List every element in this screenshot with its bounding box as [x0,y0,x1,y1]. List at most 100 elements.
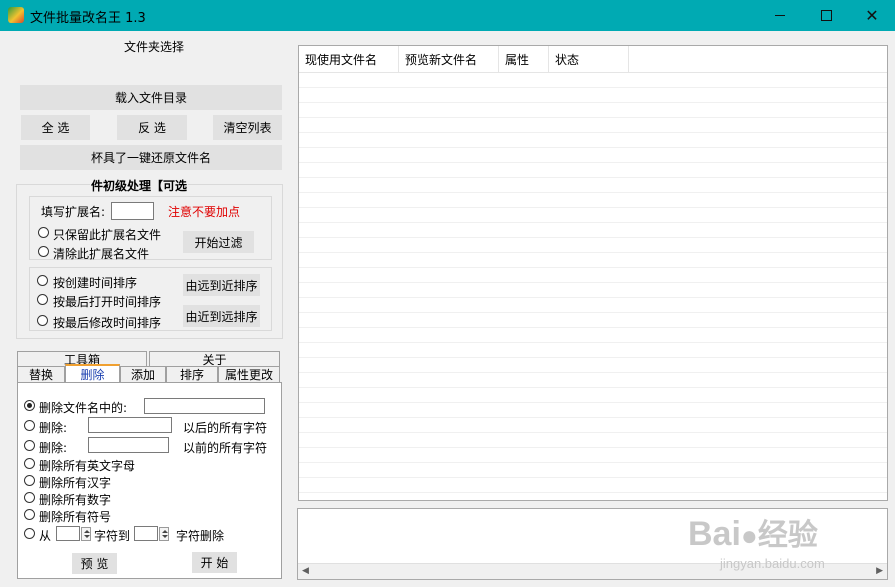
delete-before-radio[interactable] [24,440,35,451]
delete-chinese-radio[interactable] [24,475,35,486]
grid-line [299,192,887,193]
preview-button[interactable]: 预 览 [72,553,117,574]
watermark-brand-cn: 经验 [757,519,818,552]
close-button[interactable]: ✕ [849,0,895,31]
start-filter-button[interactable]: 开始过滤 [183,231,254,253]
near-to-far-button[interactable]: 由近到远排序 [183,305,260,327]
delete-range-radio[interactable] [24,528,35,539]
delete-symbols-label: 删除所有符号 [39,510,112,524]
minimize-icon [775,15,785,16]
far-to-near-button[interactable]: 由远到近排序 [183,274,260,296]
range-end-input[interactable] [134,526,158,541]
range-start-input[interactable] [56,526,80,541]
delete-contains-input[interactable] [144,398,265,414]
grid-line [299,387,887,388]
delete-contains-label: 删除文件名中的: [39,401,128,415]
minimize-button[interactable] [757,0,803,31]
remove-ext-radio[interactable] [38,246,49,257]
grid-line [299,177,887,178]
title-bar: 文件批量改名王 1.3 ✕ [0,0,895,31]
invert-selection-button[interactable]: 反 选 [117,115,187,140]
sort-modified-radio[interactable] [37,315,48,326]
scroll-left-icon[interactable]: ◀ [302,566,309,576]
close-icon: ✕ [865,6,879,25]
column-attributes[interactable]: 属性 [499,46,549,72]
maximize-button[interactable] [803,0,849,31]
grid-line [299,402,887,403]
keep-only-label: 只保留此扩展名文件 [53,228,162,242]
grid-line [299,282,887,283]
grid-line [299,342,887,343]
extension-label: 填写扩展名: [41,205,106,219]
extension-input[interactable] [111,202,154,220]
delete-range-from-label: 从 [39,529,52,543]
grid-line [299,462,887,463]
restore-filenames-button[interactable]: 杯具了一键还原文件名 [20,145,282,170]
grid-line [299,492,887,493]
tab-sort[interactable]: 排序 [166,366,218,382]
delete-after-radio[interactable] [24,420,35,431]
grid-line [299,447,887,448]
delete-symbols-radio[interactable] [24,509,35,520]
delete-after-input[interactable] [88,417,172,433]
delete-english-radio[interactable] [24,458,35,469]
keep-only-radio[interactable] [38,227,49,238]
remove-ext-label: 清除此扩展名文件 [53,247,150,261]
grid-line [299,222,887,223]
folder-group-label: 文件夹选择 [124,40,185,54]
delete-chinese-label: 删除所有汉字 [39,476,112,490]
select-all-button[interactable]: 全 选 [21,115,90,140]
grid-line [299,102,887,103]
range-start-spinner[interactable] [81,527,91,541]
delete-before-input[interactable] [88,437,169,453]
grid-line [299,87,887,88]
watermark-logo: Bai●经验 [688,510,818,554]
load-directory-button[interactable]: 载入文件目录 [20,85,282,110]
prefilter-group-label: 件初级处理【可选 [90,177,189,194]
window-title: 文件批量改名王 1.3 [30,11,146,26]
clear-list-button[interactable]: 清空列表 [213,115,282,140]
range-end-spinner[interactable] [159,527,169,541]
column-status[interactable]: 状态 [549,46,629,72]
file-list[interactable]: 现使用文件名 预览新文件名 属性 状态 [298,45,888,501]
delete-after-suffix: 以后的所有字符 [183,421,268,435]
delete-before-suffix: 以前的所有字符 [183,441,268,455]
grid-line [299,432,887,433]
watermark-url: jingyan.baidu.com [720,556,825,571]
delete-before-label: 删除: [39,441,68,455]
grid-line [299,252,887,253]
grid-line [299,327,887,328]
grid-line [299,147,887,148]
tab-replace[interactable]: 替换 [17,366,65,382]
grid-line [299,207,887,208]
tab-add[interactable]: 添加 [120,366,166,382]
column-preview-name[interactable]: 预览新文件名 [399,46,499,72]
sort-opened-radio[interactable] [37,294,48,305]
start-button[interactable]: 开 始 [192,552,237,573]
grid-line [299,132,887,133]
maximize-icon [820,10,832,21]
grid-line [299,372,887,373]
grid-line [299,312,887,313]
sort-created-radio[interactable] [37,275,48,286]
delete-digits-radio[interactable] [24,492,35,503]
file-list-header: 现使用文件名 预览新文件名 属性 状态 [299,46,887,73]
app-icon [8,7,24,23]
tab-about[interactable]: 关于 [149,351,280,367]
extension-warning: 注意不要加点 [168,205,241,219]
delete-after-label: 删除: [39,421,68,435]
column-current-name[interactable]: 现使用文件名 [299,46,399,72]
sort-modified-label: 按最后修改时间排序 [53,316,162,330]
grid-line [299,117,887,118]
range-to-label: 字符到 [94,529,131,543]
grid-line [299,162,887,163]
delete-digits-label: 删除所有数字 [39,493,112,507]
delete-contains-radio[interactable] [24,400,35,411]
delete-english-label: 删除所有英文字母 [39,459,136,473]
sort-opened-label: 按最后打开时间排序 [53,295,162,309]
sort-created-label: 按创建时间排序 [53,276,138,290]
watermark-brand: Bai [688,515,741,553]
scroll-right-icon[interactable]: ▶ [876,566,883,576]
tab-attributes[interactable]: 属性更改 [218,366,280,382]
tab-delete[interactable]: 删除 [65,364,120,382]
